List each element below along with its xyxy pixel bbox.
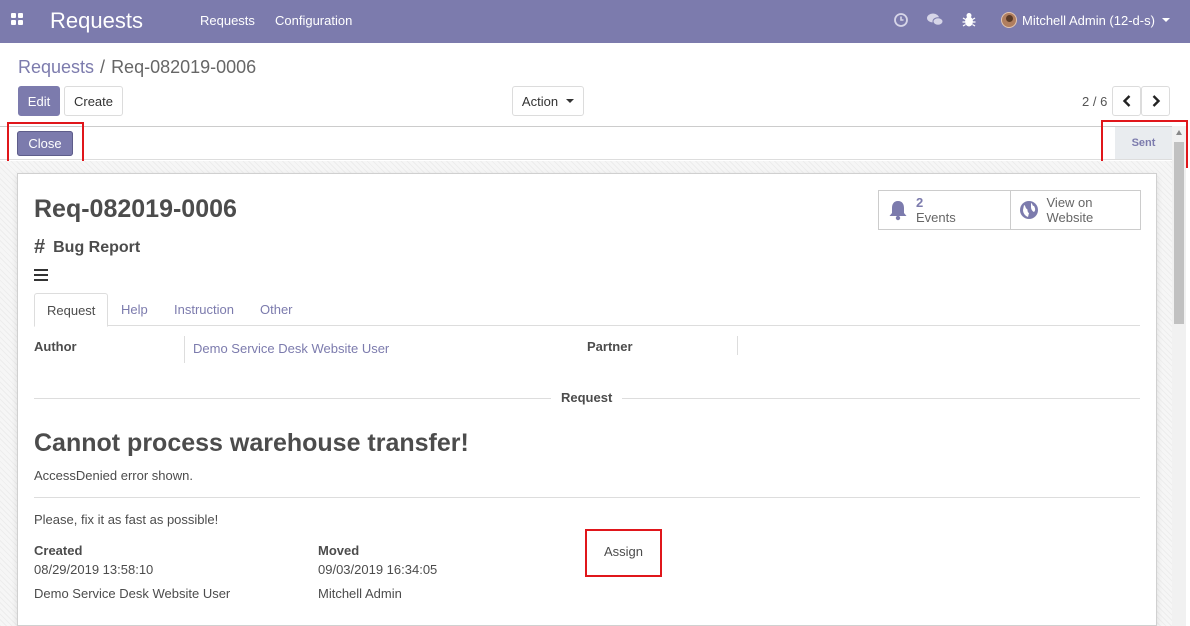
chat-icon[interactable] bbox=[926, 12, 944, 28]
chevron-right-icon bbox=[1152, 95, 1160, 107]
menu-icon[interactable] bbox=[34, 269, 48, 281]
apps-icon[interactable] bbox=[11, 13, 25, 27]
moved-date: 09/03/2019 16:34:05 bbox=[318, 562, 438, 577]
notebook-tabs: Request Help Instruction Other bbox=[34, 293, 1140, 327]
breadcrumb: Requests / Req-082019-0006 bbox=[18, 57, 257, 77]
stage-sent[interactable]: Sent bbox=[1115, 127, 1172, 159]
created-label: Created bbox=[34, 543, 83, 558]
breadcrumb-requests-link[interactable]: Requests bbox=[18, 57, 94, 77]
tab-request[interactable]: Request bbox=[34, 293, 109, 327]
created-by-link[interactable]: Demo Service Desk Website User bbox=[34, 586, 230, 601]
request-description: AccessDenied error shown. bbox=[34, 468, 193, 483]
create-button[interactable]: Create bbox=[64, 86, 123, 116]
clock-icon[interactable] bbox=[893, 12, 909, 28]
pager-value[interactable]: 2 / 6 bbox=[1082, 94, 1107, 109]
author-divider bbox=[184, 336, 185, 363]
description-divider bbox=[34, 497, 1140, 498]
website-line-1: View on bbox=[1046, 195, 1093, 210]
breadcrumb-current: Req-082019-0006 bbox=[111, 57, 257, 77]
events-label: Events bbox=[916, 210, 956, 225]
hash-icon: # bbox=[34, 236, 46, 258]
app-title: Requests bbox=[50, 8, 143, 33]
avatar bbox=[1001, 12, 1017, 28]
website-line-2: Website bbox=[1046, 210, 1094, 225]
pager-previous-button[interactable] bbox=[1112, 86, 1141, 116]
request-note: Please, fix it as fast as possible! bbox=[34, 512, 219, 527]
smart-buttons: 2 Events View on Website bbox=[878, 190, 1141, 230]
category-label: Bug Report bbox=[53, 238, 141, 256]
partner-divider bbox=[737, 336, 738, 355]
caret-down-icon bbox=[1161, 18, 1170, 22]
author-label: Author bbox=[34, 339, 77, 354]
action-label: Action bbox=[521, 93, 559, 109]
action-dropdown[interactable]: Action bbox=[512, 86, 584, 116]
globe-icon bbox=[1019, 201, 1038, 219]
top-navbar: Requests Requests Configuration Mitchell… bbox=[0, 0, 1190, 43]
assign-link[interactable]: Assign bbox=[604, 544, 643, 559]
record-category: # Bug Report bbox=[34, 236, 140, 259]
user-menu[interactable]: Mitchell Admin (12-d-s) bbox=[1001, 12, 1170, 28]
tab-help[interactable]: Help bbox=[121, 293, 148, 326]
moved-label: Moved bbox=[318, 543, 360, 558]
tab-other[interactable]: Other bbox=[260, 293, 293, 326]
scroll-up-icon[interactable] bbox=[1176, 130, 1182, 135]
request-separator-label: Request bbox=[551, 390, 623, 405]
bug-icon[interactable] bbox=[962, 12, 976, 28]
created-date: 08/29/2019 13:58:10 bbox=[34, 562, 154, 577]
moved-by-link[interactable]: Mitchell Admin bbox=[318, 586, 402, 601]
statusbar bbox=[0, 126, 1172, 160]
bell-icon bbox=[889, 201, 907, 221]
view-on-website-button[interactable]: View on Website bbox=[1009, 191, 1141, 229]
scrollbar-thumb[interactable] bbox=[1174, 142, 1184, 324]
user-name: Mitchell Admin (12-d-s) bbox=[1022, 12, 1155, 28]
menu-requests[interactable]: Requests bbox=[200, 13, 255, 28]
partner-label: Partner bbox=[587, 339, 633, 354]
events-count: 2 bbox=[916, 195, 924, 210]
chevron-left-icon bbox=[1122, 95, 1130, 107]
author-value[interactable]: Demo Service Desk Website User bbox=[193, 341, 389, 356]
menu-configuration[interactable]: Configuration bbox=[275, 13, 352, 28]
events-smart-button[interactable]: 2 Events bbox=[879, 191, 1010, 229]
pager-next-button[interactable] bbox=[1141, 86, 1170, 116]
tab-instruction[interactable]: Instruction bbox=[174, 293, 234, 326]
caret-down-icon bbox=[566, 99, 575, 103]
record-title: Req-082019-0006 bbox=[34, 195, 237, 223]
edit-button[interactable]: Edit bbox=[18, 86, 60, 116]
request-subject: Cannot process warehouse transfer! bbox=[34, 429, 469, 457]
close-button[interactable]: Close bbox=[17, 131, 73, 156]
